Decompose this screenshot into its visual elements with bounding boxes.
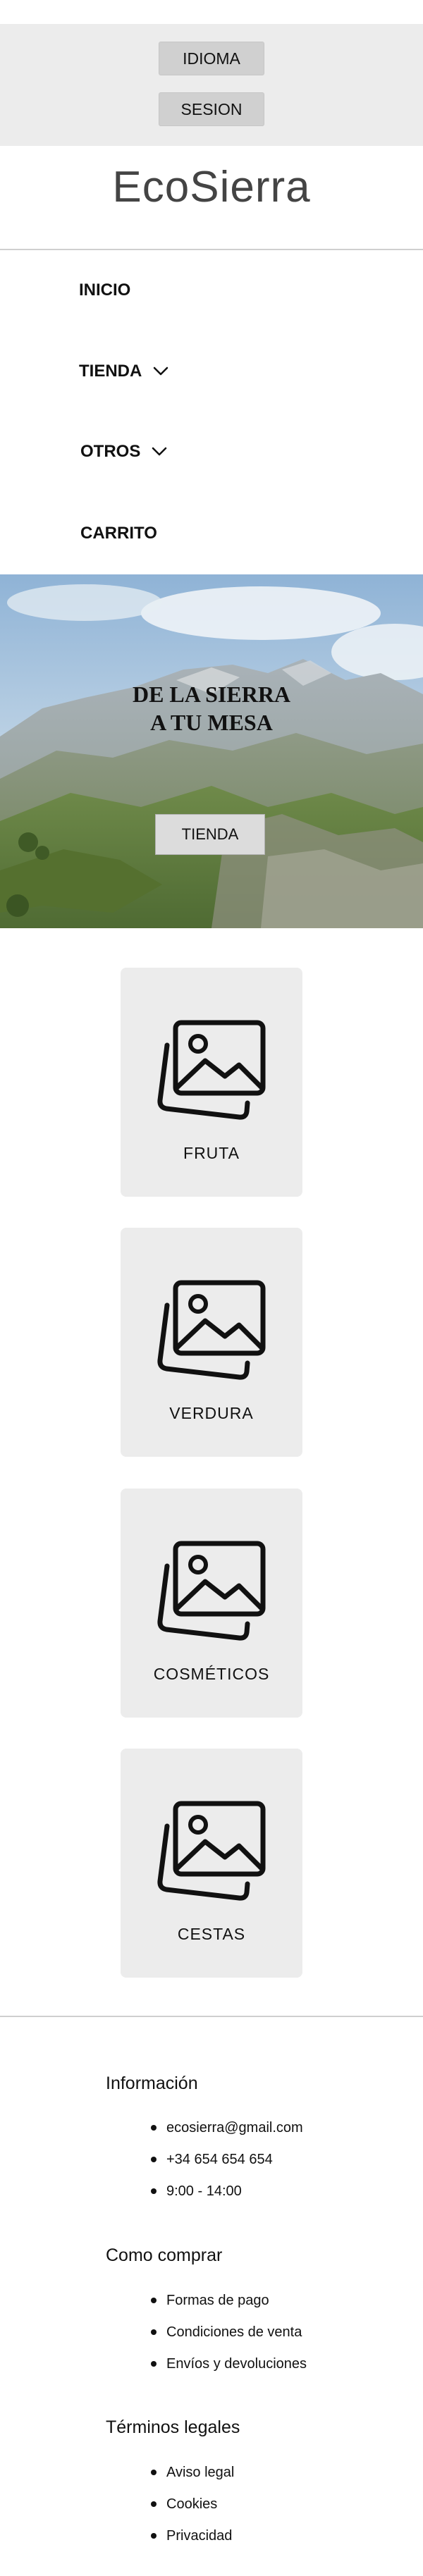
footer-divider: [0, 2016, 423, 2017]
header-divider: [0, 249, 423, 250]
footer-list-como-comprar: Formas de pago Condiciones de venta Enví…: [148, 2290, 307, 2385]
chevron-down-icon: [152, 447, 167, 456]
footer-link-condiciones-de-venta[interactable]: Condiciones de venta: [148, 2322, 307, 2353]
image-placeholder-icon: [157, 1801, 266, 1901]
image-placeholder-icon: [157, 1280, 266, 1380]
footer-list-terminos-legales: Aviso legal Cookies Privacidad: [148, 2462, 234, 2557]
footer-email[interactable]: ecosierra@gmail.com: [148, 2117, 303, 2149]
nav-item-label: TIENDA: [79, 362, 142, 381]
footer-heading-terminos-legales: Términos legales: [106, 2417, 240, 2437]
footer-list-informacion: ecosierra@gmail.com +34 654 654 654 9:00…: [148, 2117, 303, 2212]
category-card-cestas[interactable]: CESTAS: [121, 1749, 302, 1978]
nav-item-carrito[interactable]: CARRITO: [80, 524, 157, 543]
category-label: FRUTA: [183, 1144, 240, 1162]
footer-link-formas-de-pago[interactable]: Formas de pago: [148, 2290, 307, 2322]
nav-item-tienda[interactable]: TIENDA: [79, 362, 168, 381]
site-logo[interactable]: EcoSierra: [0, 162, 423, 212]
hero-title-line1: DE LA SIERRA: [132, 682, 291, 707]
category-label: VERDURA: [169, 1404, 254, 1422]
hero-shop-button[interactable]: TIENDA: [155, 814, 265, 855]
footer-heading-como-comprar: Como comprar: [106, 2245, 223, 2265]
hero-title-line2: A TU MESA: [150, 710, 273, 735]
category-card-cosmeticos[interactable]: COSMÉTICOS: [121, 1489, 302, 1718]
footer-link-privacidad[interactable]: Privacidad: [148, 2525, 234, 2557]
chevron-down-icon: [154, 366, 168, 376]
language-button[interactable]: IDIOMA: [159, 42, 264, 75]
nav-item-label: INICIO: [79, 281, 131, 300]
footer-heading-informacion: Información: [106, 2073, 198, 2093]
footer-hours: 9:00 - 14:00: [148, 2181, 303, 2212]
nav-item-label: CARRITO: [80, 524, 157, 543]
category-label: COSMÉTICOS: [153, 1665, 270, 1683]
hero-banner: DE LA SIERRA A TU MESA TIENDA: [0, 574, 423, 928]
top-bar: IDIOMA SESION: [0, 24, 423, 146]
hero-title: DE LA SIERRA A TU MESA: [0, 680, 423, 737]
category-card-verdura[interactable]: VERDURA: [121, 1228, 302, 1457]
mountain-landscape-image: [0, 574, 423, 928]
footer-link-aviso-legal[interactable]: Aviso legal: [148, 2462, 234, 2494]
image-placeholder-icon: [157, 1020, 266, 1120]
nav-item-inicio[interactable]: INICIO: [79, 281, 130, 300]
footer-link-cookies[interactable]: Cookies: [148, 2494, 234, 2525]
session-button[interactable]: SESION: [159, 92, 264, 126]
nav-item-label: OTROS: [80, 442, 141, 461]
category-label: CESTAS: [177, 1925, 246, 1943]
image-placeholder-icon: [157, 1541, 266, 1641]
category-card-fruta[interactable]: FRUTA: [121, 968, 302, 1197]
footer-phone[interactable]: +34 654 654 654: [148, 2149, 303, 2181]
nav-item-otros[interactable]: OTROS: [80, 442, 167, 462]
footer-link-envios-devoluciones[interactable]: Envíos y devoluciones: [148, 2353, 307, 2385]
